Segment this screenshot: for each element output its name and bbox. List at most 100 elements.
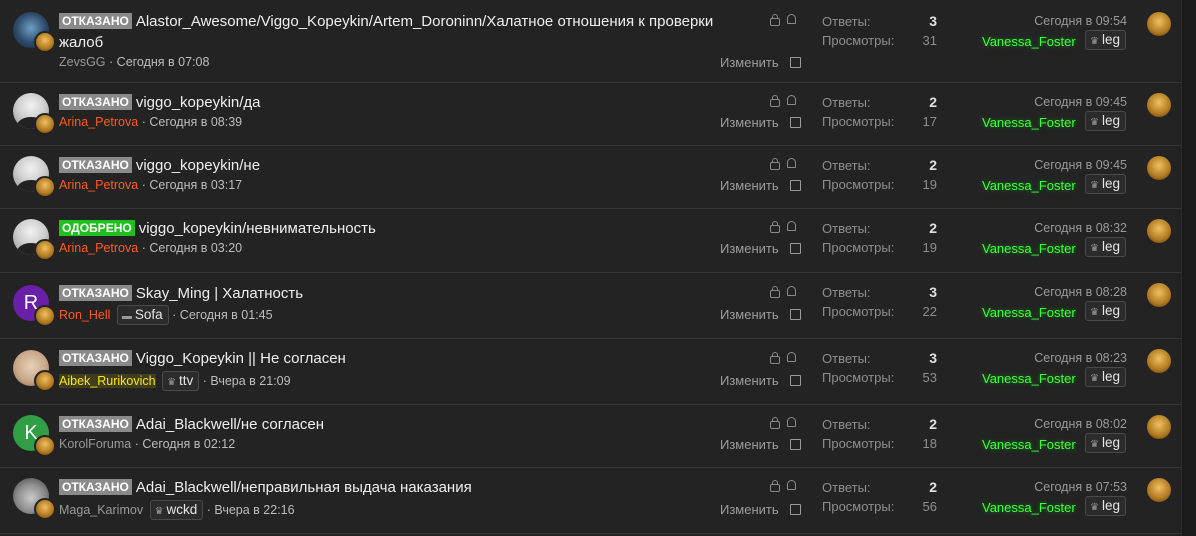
last-poster-avatar[interactable]	[1147, 283, 1171, 307]
last-poster-avatar[interactable]	[1147, 415, 1171, 439]
last-poster-name[interactable]: Vanessa_Foster	[982, 437, 1076, 452]
thread-title-text[interactable]: viggo_kopeykin/не	[136, 157, 260, 174]
lock-icon	[770, 158, 780, 170]
thread-row[interactable]: ОТКАЗАНО Alastor_Awesome/Viggo_Kopeykin/A…	[0, 0, 1182, 83]
last-poster-badge: ♛ leg	[1082, 496, 1126, 516]
thread-row[interactable]: ОТКАЗАНО Viggo_Kopeykin || Не согласен Ai…	[0, 339, 1182, 405]
thread-created[interactable]: · Сегодня в 01:45	[172, 308, 272, 322]
author-name[interactable]: ZevsGG	[59, 55, 106, 69]
author-name[interactable]: Arina_Petrova	[59, 115, 138, 129]
thread-row[interactable]: ОТКАЗАНО viggo_kopeykin/да Arina_Petrova …	[0, 83, 1182, 146]
edit-link[interactable]: Изменить	[720, 437, 779, 452]
author-name[interactable]: Maga_Karimov	[59, 503, 143, 517]
crown-icon: ♛	[1090, 117, 1099, 128]
last-poster-name[interactable]: Vanessa_Foster	[982, 371, 1076, 386]
replies-label: Ответы:	[822, 285, 871, 300]
last-poster-name[interactable]: Vanessa_Foster	[982, 241, 1076, 256]
edit-link[interactable]: Изменить	[720, 55, 779, 70]
edit-link[interactable]: Изменить	[720, 502, 779, 517]
last-poster-avatar[interactable]	[1147, 93, 1171, 117]
select-checkbox[interactable]	[790, 180, 801, 191]
thread-created[interactable]: · Сегодня в 07:08	[109, 55, 209, 69]
thread-title-continued[interactable]: жалоб	[59, 32, 103, 53]
last-post-date[interactable]: Сегодня в 09:54	[980, 14, 1127, 28]
edit-link[interactable]: Изменить	[720, 178, 779, 193]
last-poster-avatar[interactable]	[1147, 478, 1171, 502]
thread-title[interactable]: ОТКАЗАНО Viggo_Kopeykin || Не согласен	[59, 348, 346, 369]
thread-title[interactable]: ОДОБРЕНО viggo_kopeykin/невнимательность	[59, 218, 376, 239]
last-poster-avatar[interactable]	[1147, 156, 1171, 180]
bell-icon	[787, 480, 796, 490]
thread-row[interactable]: R ОТКАЗАНО Skay_Ming | Халатность Ron_Hel…	[0, 273, 1182, 339]
select-checkbox[interactable]	[790, 57, 801, 68]
thread-title-text[interactable]: Adai_Blackwell/неправильная выдача наказ…	[136, 479, 472, 496]
replies-label: Ответы:	[822, 351, 871, 366]
thread-title-text[interactable]: Viggo_Kopeykin || Не согласен	[136, 350, 346, 367]
views-label: Просмотры:	[822, 304, 895, 319]
thread-created[interactable]: · Сегодня в 08:39	[142, 115, 242, 129]
thread-row[interactable]: K ОТКАЗАНО Adai_Blackwell/не согласен Kor…	[0, 405, 1182, 468]
scrollbar[interactable]	[1181, 0, 1196, 536]
author-name[interactable]: Arina_Petrova	[59, 241, 138, 255]
last-poster-name[interactable]: Vanessa_Foster	[982, 115, 1076, 130]
select-checkbox[interactable]	[790, 439, 801, 450]
gun-icon: ▬	[121, 311, 132, 322]
last-post-date[interactable]: Сегодня в 07:53	[980, 480, 1127, 494]
thread-title[interactable]: ОТКАЗАНО Adai_Blackwell/неправильная выда…	[59, 477, 472, 498]
thread-title[interactable]: ОТКАЗАНО viggo_kopeykin/не	[59, 155, 260, 176]
thread-meta: Ron_Hell ▬ Sofa · Сегодня в 01:45	[59, 305, 273, 325]
thread-title-text[interactable]: viggo_kopeykin/невнимательность	[139, 220, 376, 237]
status-tag: ОТКАЗАНО	[59, 157, 132, 173]
thread-created[interactable]: · Сегодня в 02:12	[135, 437, 235, 451]
bell-icon	[787, 352, 796, 362]
thread-row[interactable]: ОТКАЗАНО Adai_Blackwell/неправильная выда…	[0, 468, 1182, 534]
thread-created[interactable]: · Сегодня в 03:17	[142, 178, 242, 192]
last-poster-name[interactable]: Vanessa_Foster	[982, 178, 1076, 193]
author-name[interactable]: KorolForuma	[59, 437, 131, 451]
thread-row[interactable]: ОДОБРЕНО viggo_kopeykin/невнимательность …	[0, 209, 1182, 273]
last-post-date[interactable]: Сегодня в 08:32	[980, 221, 1127, 235]
last-poster-name[interactable]: Vanessa_Foster	[982, 305, 1076, 320]
last-poster-name[interactable]: Vanessa_Foster	[982, 500, 1076, 515]
select-checkbox[interactable]	[790, 309, 801, 320]
select-checkbox[interactable]	[790, 117, 801, 128]
edit-link[interactable]: Изменить	[720, 307, 779, 322]
edit-link[interactable]: Изменить	[720, 241, 779, 256]
thread-title-text[interactable]: viggo_kopeykin/да	[136, 94, 261, 111]
last-post-date[interactable]: Сегодня в 09:45	[980, 95, 1127, 109]
thread-title[interactable]: ОТКАЗАНО Skay_Ming | Халатность	[59, 283, 303, 304]
thread-created[interactable]: · Вчера в 21:09	[203, 374, 291, 388]
select-checkbox[interactable]	[790, 243, 801, 254]
thread-title-text[interactable]: Skay_Ming | Халатность	[136, 285, 303, 302]
last-post-date[interactable]: Сегодня в 08:02	[980, 417, 1127, 431]
thread-created[interactable]: · Вчера в 22:16	[207, 503, 295, 517]
last-poster-avatar[interactable]	[1147, 219, 1171, 243]
status-tag: ОДОБРЕНО	[59, 220, 135, 236]
last-post-date[interactable]: Сегодня в 09:45	[980, 158, 1127, 172]
author-name[interactable]: Aibek_Rurikovich	[59, 374, 156, 388]
select-checkbox[interactable]	[790, 504, 801, 515]
thread-title[interactable]: ОТКАЗАНО Alastor_Awesome/Viggo_Kopeykin/A…	[59, 11, 713, 32]
last-post-date[interactable]: Сегодня в 08:23	[980, 351, 1127, 365]
views-count: 17	[922, 114, 937, 129]
last-poster-name[interactable]: Vanessa_Foster	[982, 34, 1076, 49]
thread-icons	[770, 352, 803, 365]
replies-label: Ответы:	[822, 14, 871, 29]
edit-link[interactable]: Изменить	[720, 115, 779, 130]
select-checkbox[interactable]	[790, 375, 801, 386]
author-name[interactable]: Arina_Petrova	[59, 178, 138, 192]
thread-title-text[interactable]: Adai_Blackwell/не согласен	[136, 416, 324, 433]
last-poster-avatar[interactable]	[1147, 12, 1171, 36]
last-poster-avatar[interactable]	[1147, 349, 1171, 373]
thread-title[interactable]: ОТКАЗАНО Adai_Blackwell/не согласен	[59, 414, 324, 435]
last-post-date[interactable]: Сегодня в 08:28	[980, 285, 1127, 299]
thread-title[interactable]: ОТКАЗАНО viggo_kopeykin/да	[59, 92, 261, 113]
thread-row[interactable]: ОТКАЗАНО viggo_kopeykin/не Arina_Petrova …	[0, 146, 1182, 209]
crown-icon: ♛	[154, 506, 164, 517]
author-name[interactable]: Ron_Hell	[59, 308, 110, 322]
thread-icons	[770, 286, 803, 299]
status-tag: ОТКАЗАНО	[59, 285, 132, 301]
thread-title-text[interactable]: Alastor_Awesome/Viggo_Kopeykin/Artem_Dor…	[136, 13, 713, 30]
thread-created[interactable]: · Сегодня в 03:20	[142, 241, 242, 255]
edit-link[interactable]: Изменить	[720, 373, 779, 388]
